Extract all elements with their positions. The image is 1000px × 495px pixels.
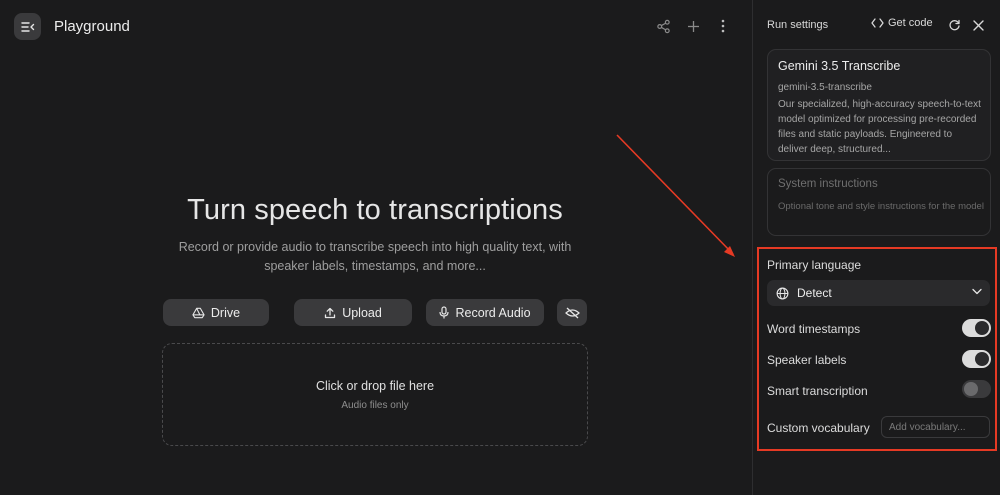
primary-language-label: Primary language: [767, 258, 862, 272]
code-icon: [871, 18, 884, 28]
speaker-labels-toggle[interactable]: [962, 350, 991, 368]
custom-vocabulary-input[interactable]: [881, 416, 990, 438]
get-code-label: Get code: [888, 17, 933, 29]
get-code-button[interactable]: Get code: [871, 17, 933, 29]
reset-settings-icon[interactable]: [946, 17, 962, 33]
smart-transcription-label: Smart transcription: [767, 384, 868, 398]
globe-icon: [776, 287, 789, 300]
smart-transcription-toggle[interactable]: [962, 380, 991, 398]
upload-icon: [324, 307, 336, 319]
model-selector-card[interactable]: Gemini 3.5 Transcribe gemini-3.5-transcr…: [767, 49, 991, 161]
menu-collapse-icon: [20, 21, 35, 33]
run-settings-panel: Run settings Get code Gemini 3.5 Transcr…: [752, 0, 1000, 495]
primary-language-value: Detect: [797, 286, 832, 300]
system-instructions-field[interactable]: System instructions Optional tone and st…: [767, 168, 991, 236]
menu-collapse-button[interactable]: [14, 13, 41, 40]
record-audio-label: Record Audio: [455, 305, 531, 320]
system-instructions-title: System instructions: [778, 178, 878, 190]
word-timestamps-label: Word timestamps: [767, 322, 861, 336]
more-vert-icon[interactable]: [714, 17, 732, 35]
page-title: Playground: [54, 18, 130, 35]
word-timestamps-toggle[interactable]: [962, 319, 991, 337]
model-description: Our specialized, high-accuracy speech-to…: [778, 99, 981, 155]
custom-vocabulary-label: Custom vocabulary: [767, 421, 870, 435]
model-id: gemini-3.5-transcribe: [778, 82, 872, 93]
microphone-icon: [439, 306, 450, 319]
hide-captions-button[interactable]: [557, 299, 587, 326]
drive-icon: [192, 307, 205, 319]
eye-off-icon: [564, 307, 580, 319]
upload-label: Upload: [342, 305, 382, 320]
hero-heading: Turn speech to transcriptions: [187, 194, 563, 226]
drive-label: Drive: [210, 305, 241, 320]
close-icon[interactable]: [970, 17, 986, 33]
speaker-labels-label: Speaker labels: [767, 353, 847, 367]
record-audio-button[interactable]: Record Audio: [426, 299, 544, 326]
system-instructions-placeholder: Optional tone and style instructions for…: [778, 201, 984, 212]
dropzone-hint: Audio files only: [341, 400, 409, 411]
panel-title: Run settings: [767, 19, 829, 31]
dropzone-title: Click or drop file here: [315, 379, 435, 393]
chevron-down-icon: [972, 288, 982, 295]
file-dropzone[interactable]: Click or drop file here Audio files only: [162, 343, 588, 446]
plus-icon[interactable]: [684, 17, 702, 35]
hero-subheading: Record or provide audio to transcribe sp…: [178, 240, 572, 273]
share-icon[interactable]: [654, 17, 672, 35]
primary-language-select[interactable]: Detect: [767, 280, 990, 306]
upload-button[interactable]: Upload: [294, 299, 412, 326]
drive-button[interactable]: Drive: [163, 299, 269, 326]
model-name: Gemini 3.5 Transcribe: [778, 59, 901, 73]
